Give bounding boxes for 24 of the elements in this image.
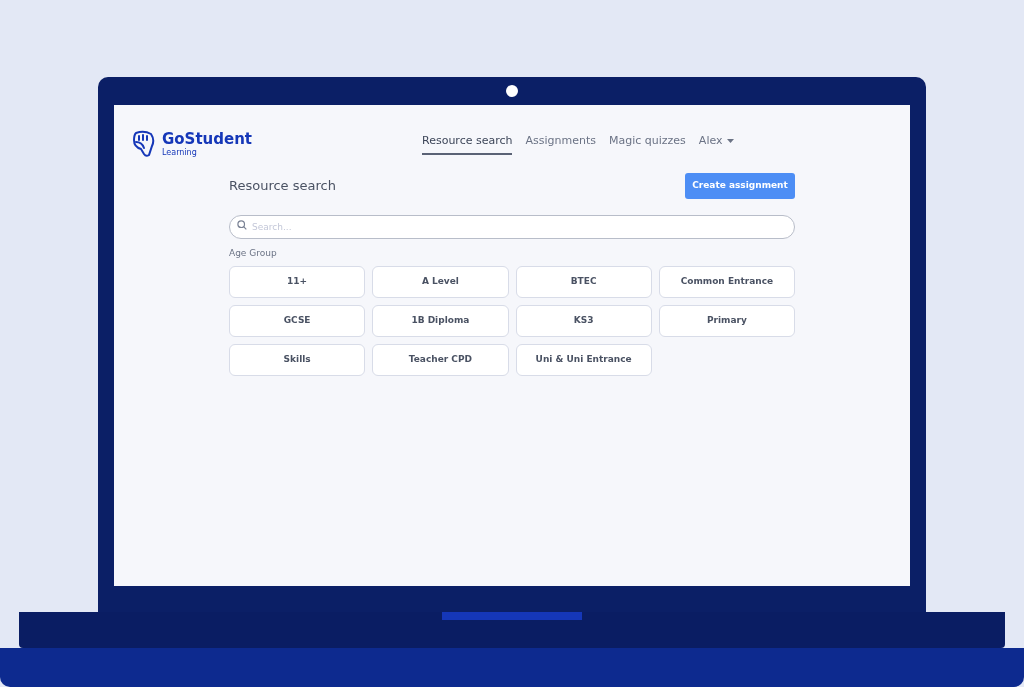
brand-subtitle: Learning [162,148,198,157]
filter-label: Age Group [229,247,278,260]
age-group-option[interactable]: Primary [658,304,795,337]
user-menu[interactable]: Alex [698,132,734,156]
age-group-option[interactable]: GCSE [229,304,366,337]
age-group-option[interactable]: KS3 [515,304,652,337]
nav-tab[interactable]: Magic quizzes [609,132,686,156]
caret-icon [726,139,734,143]
age-group-option[interactable]: 1B Diploma [372,304,509,337]
age-group-option[interactable]: Skills [229,343,366,376]
age-group-option[interactable]: Teacher CPD [372,343,509,376]
brain-logo-icon [132,130,156,158]
age-group-option[interactable]: A Level [372,265,509,298]
search-icon [237,220,247,230]
brand-name: GoStudent [162,131,253,147]
nav-tab[interactable]: Resource search [422,132,513,156]
age-group-option[interactable]: Uni & Uni Entrance [515,343,652,376]
age-group-option[interactable]: Common Entrance [658,265,795,298]
camera-icon [506,85,518,97]
nav-tab[interactable]: Assignments [525,132,596,156]
age-group-option[interactable]: 11+ [229,265,366,298]
age-group-option[interactable]: BTEC [515,265,652,298]
page-title: Resource search [229,177,336,196]
search-field[interactable]: Search... [229,215,795,239]
